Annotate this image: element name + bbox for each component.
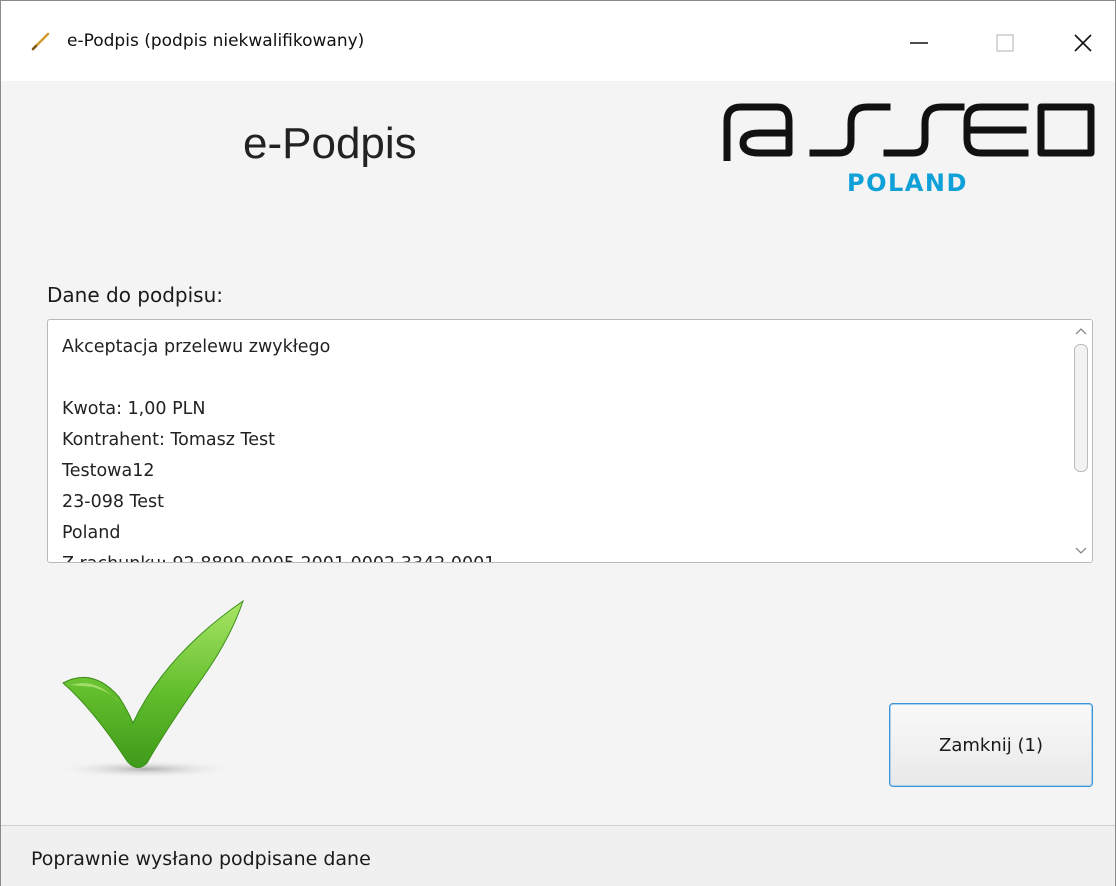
data-line: Poland [62, 523, 121, 543]
data-line: Testowa12 [62, 461, 155, 481]
chevron-up-icon [1075, 328, 1087, 335]
scroll-up-button[interactable] [1072, 322, 1090, 340]
dialog-window: e-Podpis (podpis niekwalifikowany) e-Pod… [0, 0, 1116, 886]
vertical-scrollbar[interactable] [1070, 320, 1092, 562]
minimize-icon [910, 42, 928, 44]
close-icon [1074, 34, 1092, 52]
window-title: e-Podpis (podpis niekwalifikowany) [67, 31, 365, 51]
status-message: Poprawnie wysłano podpisane dane [31, 848, 371, 870]
data-line: Kwota: 1,00 PLN [62, 399, 206, 419]
asseco-logo [723, 103, 1095, 161]
close-button[interactable]: Zamknij (1) [889, 703, 1093, 787]
maximize-button[interactable] [983, 23, 1027, 63]
data-line: 23-098 Test [62, 492, 165, 512]
data-line: Kontrahent: Tomasz Test [62, 430, 275, 450]
logo-subtitle: POLAND [847, 169, 968, 197]
chevron-down-icon [1075, 547, 1087, 554]
data-line: Z rachunku: 92 8899 0005 2001 0002 3342 … [62, 549, 1062, 562]
data-lines: Akceptacja przelewu zwykłego Kwota: 1,00… [62, 332, 1062, 562]
close-window-button[interactable] [1061, 23, 1105, 63]
scroll-thumb[interactable] [1074, 344, 1088, 472]
data-line [62, 363, 1062, 394]
scroll-down-button[interactable] [1072, 542, 1090, 560]
checkmark-icon [53, 599, 244, 778]
data-label: Dane do podpisu: [47, 283, 223, 307]
status-bar: Poprawnie wysłano podpisane dane [1, 825, 1115, 886]
data-line: Akceptacja przelewu zwykłego [62, 337, 331, 357]
app-title: e-Podpis [243, 119, 417, 168]
data-textarea[interactable]: Akceptacja przelewu zwykłego Kwota: 1,00… [47, 319, 1093, 563]
maximize-icon [996, 34, 1014, 52]
pen-icon [31, 32, 50, 51]
title-bar[interactable]: e-Podpis (podpis niekwalifikowany) [1, 1, 1115, 81]
minimize-button[interactable] [897, 23, 941, 63]
